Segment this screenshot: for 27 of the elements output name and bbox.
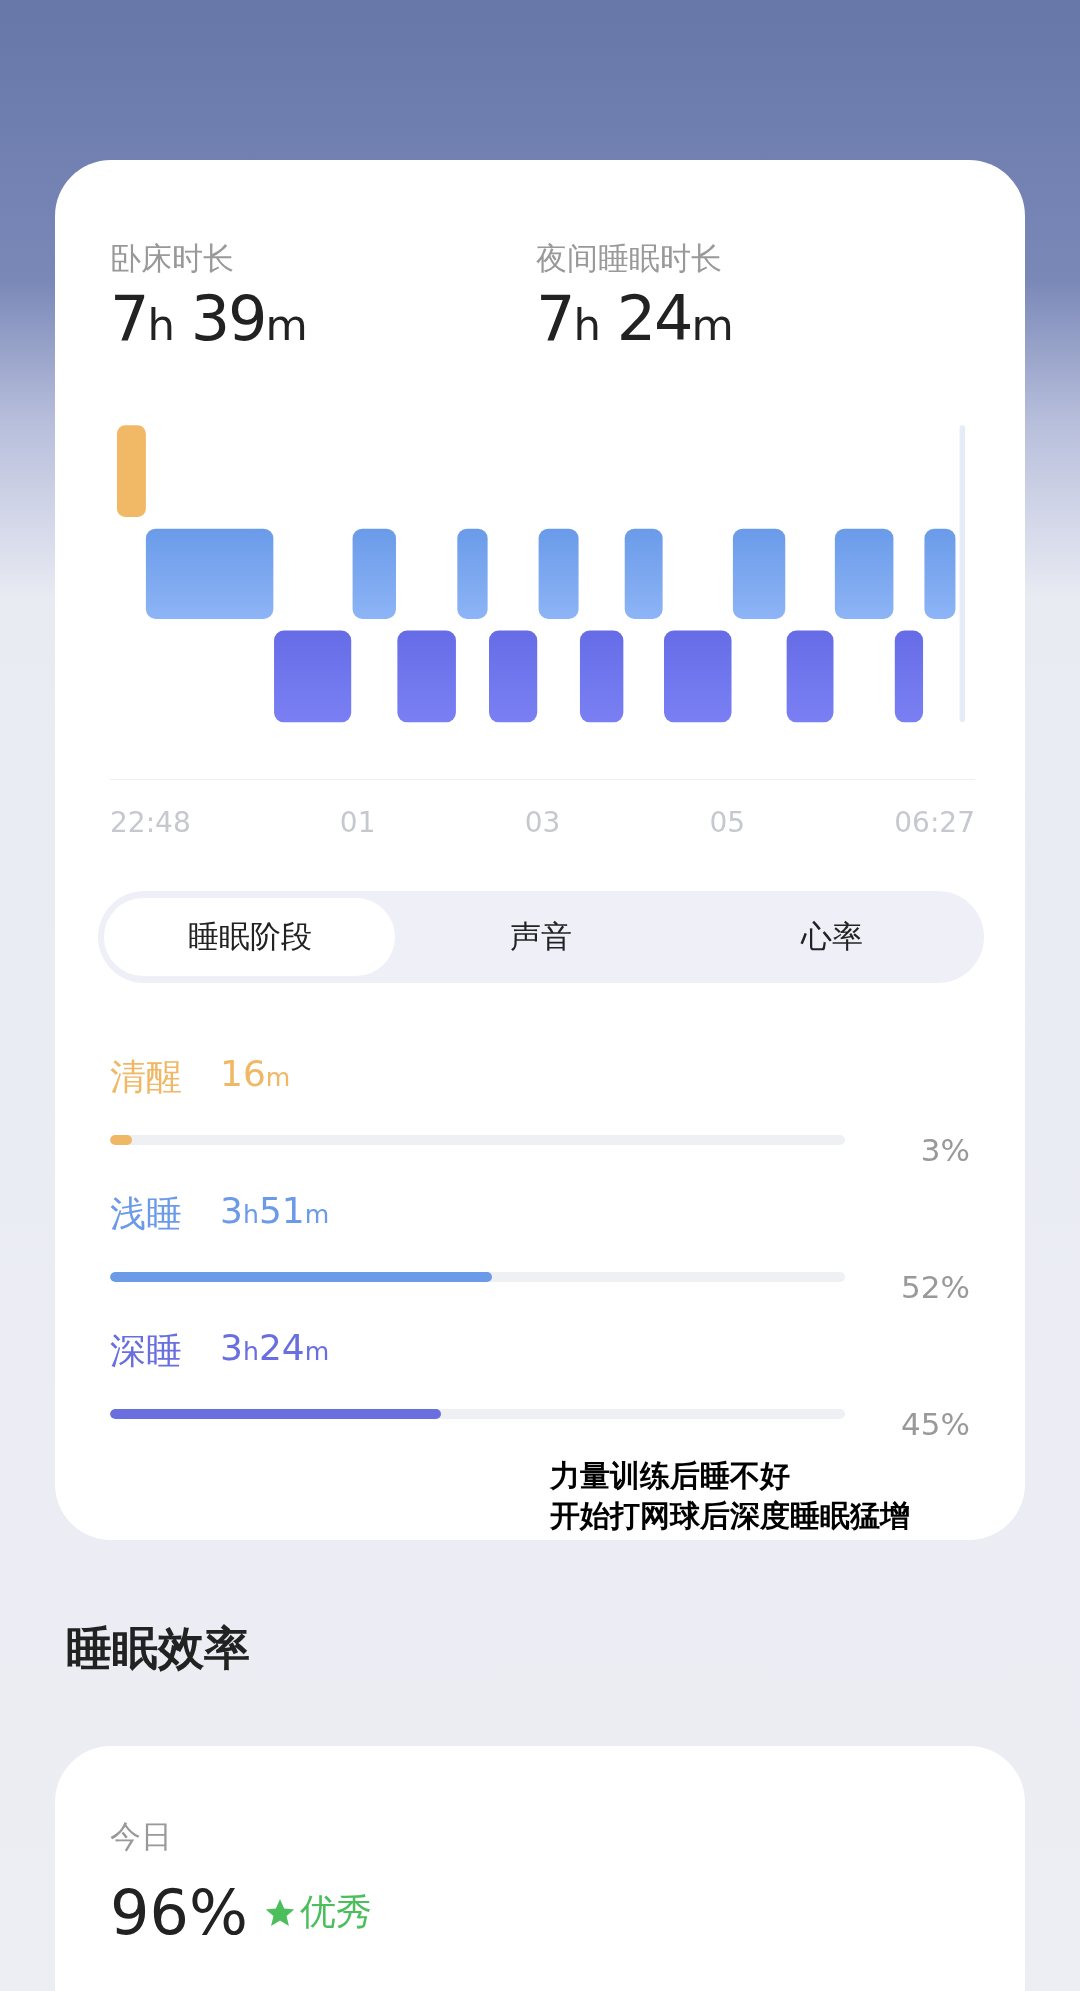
stage-name: 深睡 [110, 1329, 182, 1373]
time-axis-label: 06:27 [894, 806, 975, 839]
stage-duration: 3h51m [220, 1190, 330, 1233]
stage-percent: 52% [900, 1269, 970, 1305]
annotation-text: 开始打网球后深度睡眠猛增 [550, 1497, 911, 1535]
efficiency-label: 今日 [110, 1817, 173, 1856]
efficiency-value: 96% [110, 1876, 248, 1949]
time-axis-label: 22:48 [110, 806, 191, 839]
tab[interactable]: 睡眠阶段 [104, 898, 396, 976]
stage-percent: 45% [900, 1406, 970, 1442]
stage-name: 清醒 [110, 1055, 182, 1099]
summary-label: 夜间睡眠时长 [536, 239, 723, 278]
time-axis-label: 01 [339, 806, 376, 839]
stage-name: 浅睡 [110, 1192, 182, 1236]
time-axis-label: 03 [524, 806, 561, 839]
tab[interactable]: 心率 [686, 898, 978, 976]
stage-percent: 3% [919, 1132, 970, 1168]
rating-label: 优秀 [299, 1890, 372, 1934]
stage-duration: 16m [220, 1053, 291, 1096]
summary-label: 卧床时长 [110, 239, 235, 278]
time-axis-label: 05 [709, 806, 746, 839]
stage-duration: 3h24m [220, 1327, 330, 1370]
summary-value: 7h 24m [536, 282, 733, 355]
annotation-text: 力量训练后睡不好 [550, 1457, 791, 1495]
summary-value: 7h 39m [110, 282, 307, 355]
tab[interactable]: 声音 [395, 898, 687, 976]
section-heading: 睡眠效率 [66, 1620, 251, 1677]
